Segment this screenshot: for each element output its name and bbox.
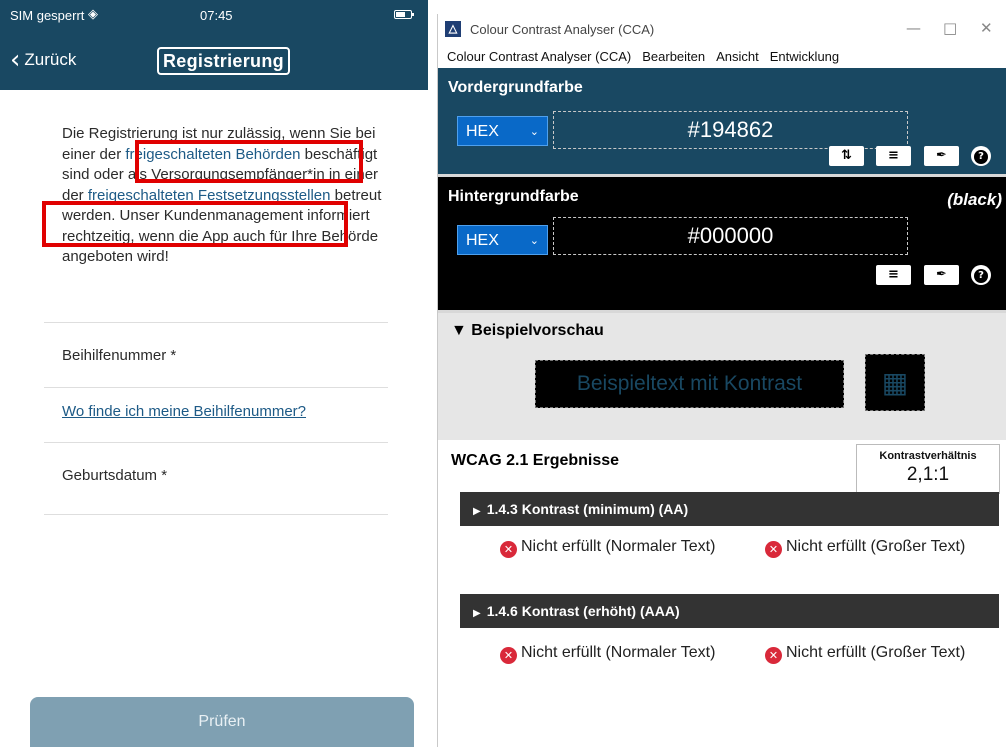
- wcag-results-section: WCAG 2.1 Ergebnisse Kontrastverhältnis 2…: [438, 440, 1006, 740]
- criterion-143-toggle[interactable]: ▶ 1.4.3 Kontrast (minimum) (AA): [460, 492, 999, 526]
- eyedropper-icon[interactable]: ✒: [924, 146, 959, 166]
- carrier-label: SIM gesperrt: [10, 8, 85, 23]
- help-icon[interactable]: ?: [971, 265, 991, 285]
- fail-icon: ✕: [765, 541, 782, 558]
- preview-toggle[interactable]: ▼ Beispielvorschau: [451, 322, 604, 340]
- result-143-large: ✕ Nicht erfüllt (Großer Text): [765, 538, 1005, 558]
- foreground-format-value: HEX: [466, 123, 499, 140]
- foreground-color-input[interactable]: #194862: [553, 111, 908, 149]
- status-bar: SIM gesperrt ◈ 07:45: [0, 0, 428, 30]
- results-title: WCAG 2.1 Ergebnisse: [451, 452, 620, 469]
- menu-bar: Colour Contrast Analyser (CCA) Bearbeite…: [438, 44, 1006, 68]
- sliders-icon[interactable]: ≡: [876, 146, 911, 166]
- result-143-normal-text: Nicht erfüllt (Normaler Text): [521, 538, 716, 555]
- contrast-ratio-label: Kontrastverhältnis: [879, 450, 977, 462]
- menu-bearbeiten[interactable]: Bearbeiten: [642, 49, 705, 64]
- background-color-input[interactable]: #000000: [553, 217, 908, 255]
- highlight-box-behoerden: [135, 140, 363, 183]
- beihilfenummer-field[interactable]: Beihilfenummer *: [44, 333, 388, 388]
- sample-text-preview: Beispieltext mit Kontrast: [535, 360, 844, 408]
- criterion-143-name: 1.4.3 Kontrast (minimum) (AA): [486, 501, 689, 517]
- help-icon[interactable]: ?: [971, 146, 991, 166]
- chevron-down-icon: ⌄: [529, 125, 539, 138]
- result-146-normal-text: Nicht erfüllt (Normaler Text): [521, 644, 716, 661]
- criterion-146-name: 1.4.6 Kontrast (erhöht) (AAA): [486, 603, 680, 619]
- title-bar: △ Colour Contrast Analyser (CCA) — □ ✕: [438, 14, 1006, 44]
- back-label: Zurück: [24, 50, 77, 69]
- menu-ansicht[interactable]: Ansicht: [716, 49, 759, 64]
- triangle-right-icon: ▶: [473, 608, 481, 619]
- fail-icon: ✕: [500, 647, 517, 664]
- pruefen-button[interactable]: Prüfen: [30, 697, 414, 747]
- triangle-right-icon: ▶: [473, 506, 481, 517]
- beihilfenummer-label: Beihilfenummer *: [62, 347, 177, 364]
- window-title: Colour Contrast Analyser (CCA): [470, 22, 655, 37]
- sliders-icon[interactable]: ≡: [876, 265, 911, 285]
- background-color-name: (black): [947, 190, 1002, 209]
- result-146-normal: ✕ Nicht erfüllt (Normaler Text): [500, 644, 740, 664]
- beihilfe-help-row: Wo finde ich meine Beihilfenummer?: [44, 388, 388, 443]
- chevron-down-icon: ⌄: [529, 234, 539, 247]
- highlight-box-festsetzungsstellen: [42, 201, 348, 247]
- menu-entwicklung[interactable]: Entwicklung: [770, 49, 839, 64]
- result-146-large: ✕ Nicht erfüllt (Großer Text): [765, 644, 1005, 664]
- page-title: Registrierung: [157, 47, 290, 75]
- maximize-icon[interactable]: □: [943, 19, 957, 37]
- beihilfenummer-help-link[interactable]: Wo finde ich meine Beihilfenummer?: [62, 403, 306, 420]
- cca-window: △ Colour Contrast Analyser (CCA) — □ ✕ C…: [437, 14, 1006, 747]
- nav-bar: ‹ Zurück Registrierung: [0, 30, 428, 90]
- triangle-down-icon: ▼: [451, 322, 467, 339]
- preview-section: ▼ Beispielvorschau Beispieltext mit Kont…: [438, 310, 1006, 440]
- result-146-large-text: Nicht erfüllt (Großer Text): [786, 644, 966, 661]
- criterion-146-toggle[interactable]: ▶ 1.4.6 Kontrast (erhöht) (AAA): [460, 594, 999, 628]
- background-format-value: HEX: [466, 232, 499, 249]
- geburtsdatum-label: Geburtsdatum *: [62, 467, 168, 484]
- chevron-left-icon: ‹: [10, 45, 21, 75]
- background-title: Hintergrundfarbe: [448, 188, 579, 205]
- close-icon[interactable]: ✕: [980, 19, 993, 37]
- foreground-format-select[interactable]: HEX ⌄: [457, 116, 548, 146]
- minimize-icon[interactable]: —: [906, 19, 921, 37]
- contrast-ratio-value: 2,1:1: [906, 464, 950, 485]
- back-button[interactable]: ‹ Zurück: [10, 45, 77, 75]
- result-143-normal: ✕ Nicht erfüllt (Normaler Text): [500, 538, 740, 558]
- background-format-select[interactable]: HEX ⌄: [457, 225, 548, 255]
- fail-icon: ✕: [500, 541, 517, 558]
- contrast-ratio-box: Kontrastverhältnis 2,1:1: [856, 444, 1000, 494]
- foreground-section: Vordergrundfarbe HEX ⌄ #194862 ⇅ ≡ ✒ ?: [438, 68, 1006, 174]
- foreground-title: Vordergrundfarbe: [448, 79, 583, 96]
- eyedropper-icon[interactable]: ✒: [924, 265, 959, 285]
- clock: 07:45: [200, 8, 233, 23]
- preview-title: Beispielvorschau: [471, 322, 604, 339]
- menu-app[interactable]: Colour Contrast Analyser (CCA): [447, 49, 631, 64]
- fail-icon: ✕: [765, 647, 782, 664]
- mobile-app: SIM gesperrt ◈ 07:45 ‹ Zurück Registrier…: [0, 0, 428, 747]
- background-section: Hintergrundfarbe (black) HEX ⌄ #000000 ≡…: [438, 174, 1006, 310]
- divider: [44, 322, 388, 323]
- result-143-large-text: Nicht erfüllt (Großer Text): [786, 538, 966, 555]
- battery-icon: [394, 10, 414, 19]
- app-icon: △: [445, 21, 461, 37]
- wifi-icon: ◈: [88, 6, 98, 21]
- chart-icon: ▦: [865, 354, 925, 411]
- geburtsdatum-field[interactable]: Geburtsdatum *: [44, 443, 388, 515]
- swap-colors-icon[interactable]: ⇅: [829, 146, 864, 166]
